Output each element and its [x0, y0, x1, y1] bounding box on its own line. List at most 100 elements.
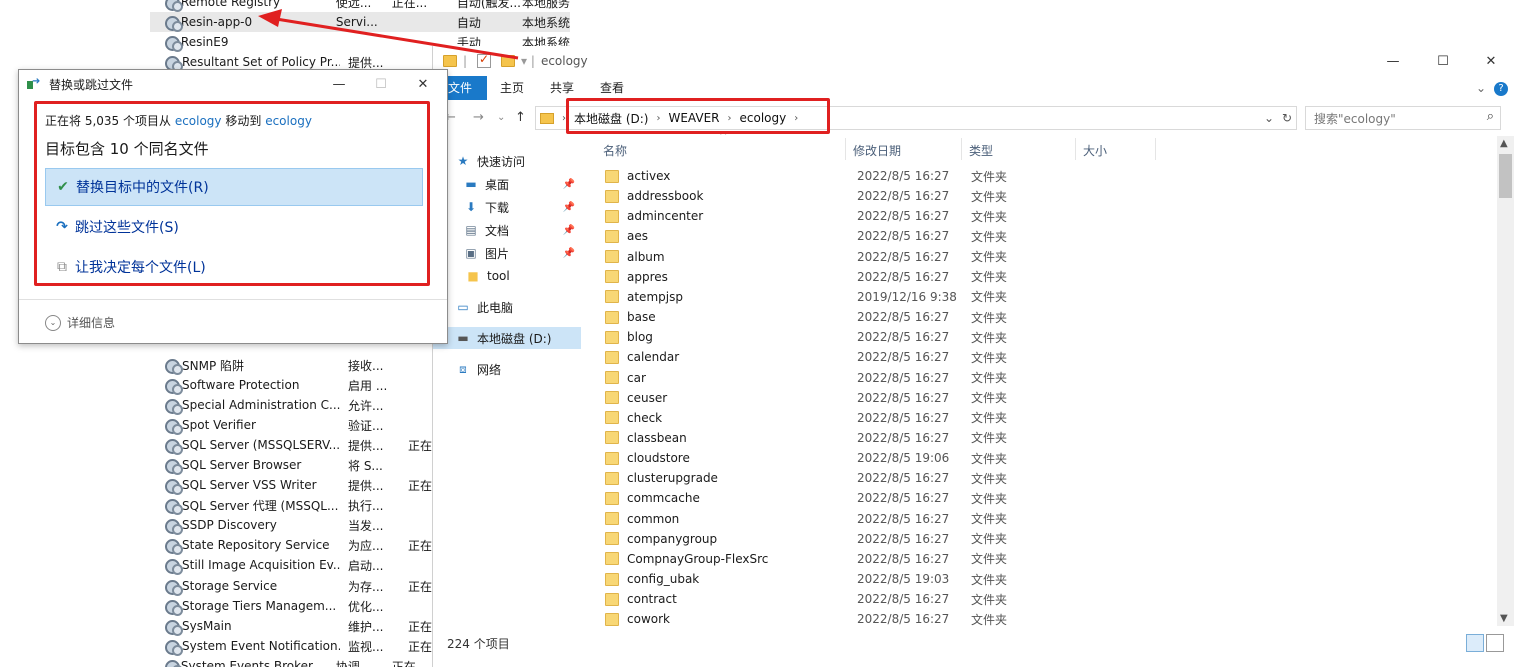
file-row[interactable]: base 2022/8/5 16:27 文件夹	[591, 307, 1151, 327]
search-icon[interactable]: ⌕	[1487, 109, 1494, 124]
file-name: album	[627, 249, 665, 264]
desktop-icon: ▬	[465, 177, 477, 191]
file-name: blog	[627, 330, 653, 345]
scroll-up-icon[interactable]: ▲	[1500, 138, 1508, 149]
nav-item[interactable]: ⬇ 下载 📌	[433, 196, 581, 218]
service-description: 当发...	[348, 518, 384, 533]
minimize-button[interactable]: —	[319, 72, 359, 96]
move-files-icon	[27, 76, 43, 91]
file-row[interactable]: config_ubak 2022/8/5 19:03 文件夹	[591, 569, 1151, 589]
file-row[interactable]: album 2022/8/5 16:27 文件夹	[591, 247, 1151, 267]
file-row[interactable]: atempjsp 2019/12/16 9:38 文件夹	[591, 287, 1151, 307]
file-name: activex	[627, 169, 671, 183]
service-name: SysMain	[182, 619, 232, 633]
folder-icon	[605, 209, 619, 223]
chevron-down-icon[interactable]: ⌄	[1264, 111, 1274, 125]
help-icon[interactable]: ?	[1494, 82, 1508, 96]
service-name: SQL Server (MSSQLSERV...	[182, 438, 340, 452]
nav-item[interactable]: ▭ 此电脑	[433, 296, 581, 318]
service-description: 提供...	[348, 478, 384, 493]
maximize-button[interactable]: ☐	[1420, 50, 1466, 72]
column-divider[interactable]	[1075, 138, 1076, 160]
service-startup-type: 自动(触发...	[456, 0, 521, 10]
pin-icon[interactable]: 📌	[563, 225, 575, 236]
refresh-icon[interactable]: ↻	[1282, 111, 1292, 125]
file-row[interactable]: appres 2022/8/5 16:27 文件夹	[591, 267, 1151, 287]
close-button[interactable]: ✕	[1468, 50, 1514, 72]
file-row[interactable]: common 2022/8/5 16:27 文件夹	[591, 509, 1151, 529]
service-name: Special Administration C...	[182, 398, 340, 412]
large-icons-view-icon[interactable]	[1486, 634, 1504, 652]
column-date[interactable]: 修改日期	[853, 142, 901, 159]
file-row[interactable]: ceuser 2022/8/5 16:27 文件夹	[591, 388, 1151, 408]
nav-item-label: 下载	[485, 200, 510, 215]
column-size[interactable]: 大小	[1083, 142, 1107, 159]
pin-icon[interactable]: 📌	[563, 179, 575, 190]
service-description: 提供...	[348, 55, 384, 70]
file-row[interactable]: aes 2022/8/5 16:27 文件夹	[591, 226, 1151, 246]
file-row[interactable]: clusterupgrade 2022/8/5 16:27 文件夹	[591, 468, 1151, 488]
details-view-icon[interactable]	[1466, 634, 1484, 652]
pin-icon[interactable]: 📌	[563, 202, 575, 213]
new-folder-icon[interactable]	[501, 55, 516, 67]
file-row[interactable]: CompnayGroup-FlexSrc 2022/8/5 16:27 文件夹	[591, 549, 1151, 569]
file-row[interactable]: activex 2022/8/5 16:27 文件夹	[591, 166, 1151, 186]
customize-quick-access-icon[interactable]: ▾ |	[521, 54, 535, 68]
nav-item[interactable]: ★ 快速访问	[433, 150, 581, 172]
column-type[interactable]: 类型	[969, 142, 993, 159]
minimize-button[interactable]: —	[1370, 50, 1416, 72]
column-divider[interactable]	[1155, 138, 1156, 160]
file-row[interactable]: classbean 2022/8/5 16:27 文件夹	[591, 428, 1151, 448]
service-logon: 本地服务	[521, 0, 570, 10]
nav-item[interactable]: ▬ 本地磁盘 (D:)	[433, 327, 581, 349]
file-row[interactable]: cloudstore 2022/8/5 19:06 文件夹	[591, 448, 1151, 468]
tab-share[interactable]: 共享	[537, 76, 587, 100]
nav-item-label: tool	[487, 269, 510, 283]
service-name: State Repository Service	[182, 538, 330, 552]
drive-icon: ▬	[457, 331, 469, 345]
tab-view[interactable]: 查看	[587, 76, 637, 100]
recent-locations-icon[interactable]: ⌄	[497, 112, 505, 123]
up-arrow-icon[interactable]: ↑	[515, 110, 526, 125]
pin-icon[interactable]: 📌	[563, 248, 575, 259]
folder-icon	[605, 270, 619, 284]
file-row[interactable]: admincenter 2022/8/5 16:27 文件夹	[591, 206, 1151, 226]
file-row[interactable]: calendar 2022/8/5 16:27 文件夹	[591, 347, 1151, 367]
column-name[interactable]: 名称	[603, 142, 627, 159]
nav-item[interactable]: ▣ 图片 📌	[433, 242, 581, 264]
forward-arrow-icon[interactable]: →	[473, 110, 484, 125]
scroll-thumb[interactable]	[1499, 154, 1512, 198]
nav-item[interactable]: ▤ 文档 📌	[433, 219, 581, 241]
file-row[interactable]: contract 2022/8/5 16:27 文件夹	[591, 589, 1151, 609]
nav-item[interactable]: ■ tool	[433, 265, 581, 287]
gear-icon	[164, 557, 183, 575]
service-row[interactable]: Remote Registry 使远... 正在... 自动(触发... 本地服务	[150, 0, 570, 12]
nav-item[interactable]: ⧈ 网络	[433, 358, 581, 380]
service-logon: 本地系统	[521, 15, 570, 30]
expand-ribbon-icon[interactable]: ⌄	[1476, 81, 1486, 95]
close-button[interactable]: ✕	[403, 72, 443, 96]
file-row[interactable]: blog 2022/8/5 16:27 文件夹	[591, 327, 1151, 347]
tab-home[interactable]: 主页	[487, 76, 537, 100]
file-row[interactable]: commcache 2022/8/5 16:27 文件夹	[591, 488, 1151, 508]
file-row[interactable]: check 2022/8/5 16:27 文件夹	[591, 408, 1151, 428]
search-input[interactable]: 搜索"ecology" ⌕	[1305, 106, 1501, 130]
file-name: CompnayGroup-FlexSrc	[627, 551, 769, 566]
column-divider[interactable]	[845, 138, 846, 160]
service-row[interactable]: Resin-app-0 Servi... 自动 本地系统	[150, 12, 570, 32]
column-divider[interactable]	[961, 138, 962, 160]
folder-icon[interactable]	[443, 55, 457, 67]
file-row[interactable]: addressbook 2022/8/5 16:27 文件夹	[591, 186, 1151, 206]
nav-item[interactable]: ▬ 桌面 📌	[433, 173, 581, 195]
file-row[interactable]: car 2022/8/5 16:27 文件夹	[591, 368, 1151, 388]
file-date: 2022/8/5 16:27	[857, 430, 950, 445]
vertical-scrollbar[interactable]: ▲ ▼	[1497, 136, 1514, 626]
scroll-down-icon[interactable]: ▼	[1500, 613, 1508, 624]
folder-icon	[540, 112, 554, 124]
file-name: appres	[627, 269, 668, 284]
properties-icon[interactable]	[477, 52, 492, 68]
file-type: 文件夹	[971, 371, 1008, 385]
file-row[interactable]: cowork 2022/8/5 16:27 文件夹	[591, 609, 1151, 629]
more-details-toggle[interactable]: ⌄ 详细信息	[45, 314, 115, 331]
file-row[interactable]: companygroup 2022/8/5 16:27 文件夹	[591, 529, 1151, 549]
